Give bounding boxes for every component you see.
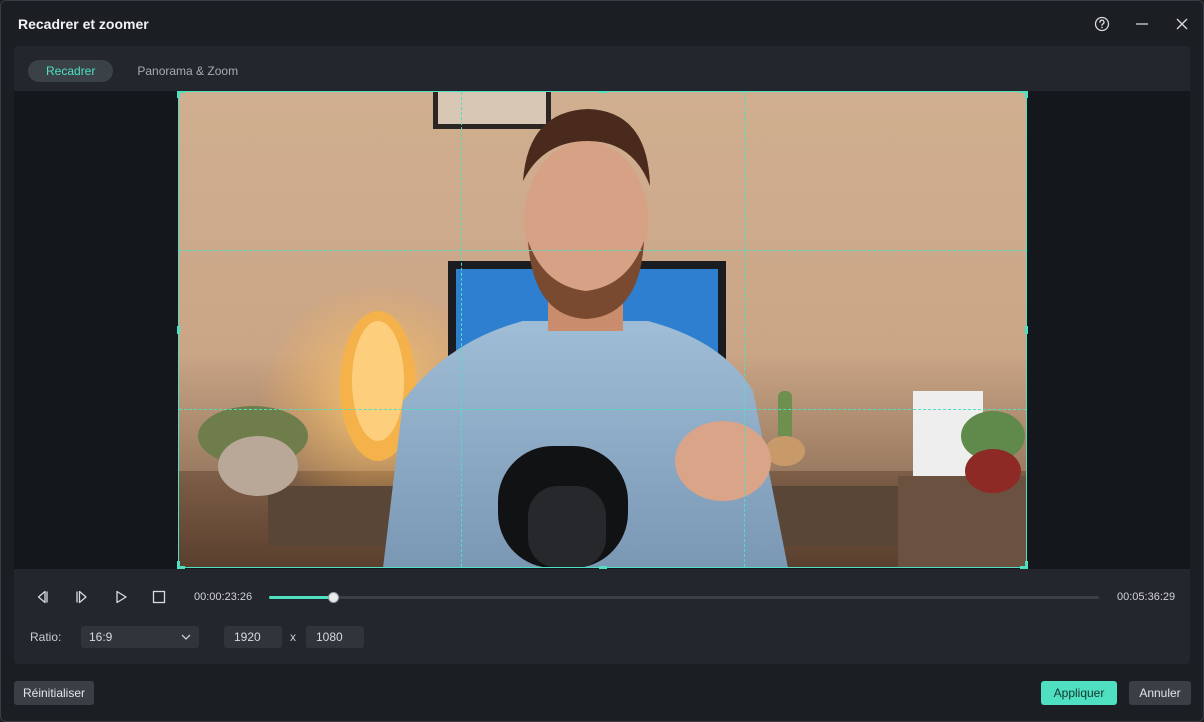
crop-handle-top[interactable] [599, 91, 607, 93]
ratio-value: 16:9 [89, 630, 113, 644]
title-bar: Recadrer et zoomer [1, 1, 1203, 47]
tab-panorama-zoom[interactable]: Panorama & Zoom [119, 60, 256, 82]
main-panel: Recadrer Panorama & Zoom 00:00:23:26 00:… [14, 46, 1190, 664]
chevron-down-icon [181, 634, 191, 640]
help-button[interactable] [1091, 13, 1113, 35]
help-icon [1094, 16, 1110, 32]
timeline-thumb[interactable] [327, 592, 339, 603]
crop-handle-bl-v[interactable] [177, 561, 180, 569]
timeline-slider[interactable] [269, 592, 1099, 603]
grid-line-h2 [179, 409, 1026, 410]
playback-controls: 00:00:23:26 00:05:36:29 [14, 584, 1190, 610]
crop-handle-tr-v[interactable] [1025, 91, 1028, 98]
next-frame-icon [76, 590, 87, 604]
close-icon [1176, 18, 1188, 30]
prev-frame-button[interactable] [32, 587, 52, 607]
width-field[interactable]: 1920 [224, 626, 282, 648]
reset-button[interactable]: Réinitialiser [14, 681, 94, 705]
prev-frame-icon [37, 590, 48, 604]
stop-button[interactable] [149, 587, 169, 607]
grid-line-h1 [179, 250, 1026, 251]
mode-tabs: Recadrer Panorama & Zoom [28, 60, 256, 82]
crop-box[interactable] [177, 91, 1028, 569]
crop-handle-right[interactable] [1025, 326, 1028, 334]
stop-icon [152, 590, 166, 604]
crop-zoom-dialog: Recadrer et zoomer Recadrer Panorama & Z… [0, 0, 1204, 722]
timeline-progress [269, 596, 333, 599]
play-button[interactable] [111, 587, 131, 607]
minimize-icon [1136, 23, 1148, 25]
crop-handle-left[interactable] [177, 326, 180, 334]
dimension-separator: x [290, 630, 296, 644]
apply-button[interactable]: Appliquer [1041, 681, 1117, 705]
ratio-select[interactable]: 16:9 [81, 626, 199, 648]
crop-handle-tl-v[interactable] [177, 91, 180, 98]
current-time: 00:00:23:26 [194, 591, 253, 603]
close-button[interactable] [1171, 13, 1193, 35]
crop-handle-br-v[interactable] [1025, 561, 1028, 569]
play-icon [116, 590, 127, 604]
tab-recadrer[interactable]: Recadrer [28, 60, 114, 82]
crop-handle-bottom[interactable] [599, 566, 607, 569]
height-field[interactable]: 1080 [306, 626, 364, 648]
cancel-button[interactable]: Annuler [1129, 681, 1191, 705]
minimize-button[interactable] [1131, 13, 1153, 35]
dialog-title: Recadrer et zoomer [18, 16, 149, 32]
ratio-settings: Ratio: 16:9 1920 x 1080 [14, 626, 1190, 648]
grid-line-v2 [744, 92, 745, 567]
ratio-label: Ratio: [30, 630, 62, 644]
next-frame-button[interactable] [72, 587, 92, 607]
grid-line-v1 [461, 92, 462, 567]
total-time: 00:05:36:29 [1117, 591, 1176, 603]
video-preview [14, 91, 1190, 569]
